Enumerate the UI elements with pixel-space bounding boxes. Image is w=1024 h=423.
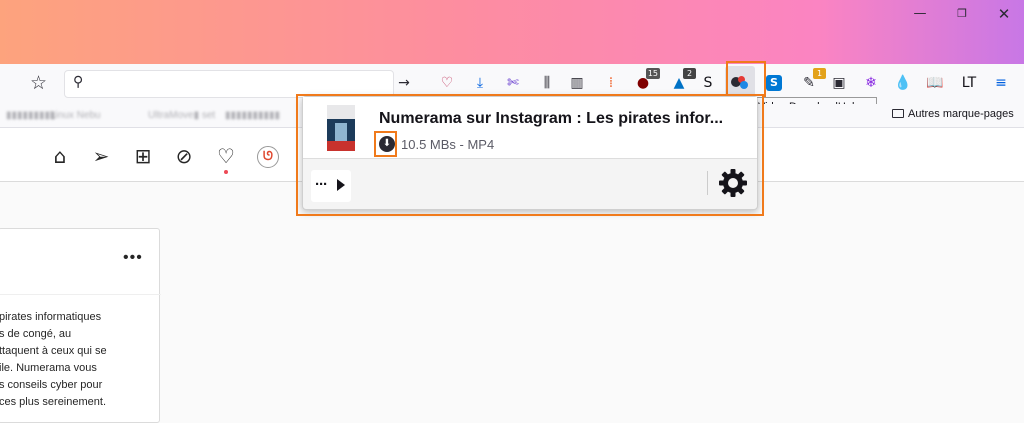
caption-line: ttaquent à ceux qui se: [0, 345, 107, 357]
caption-line: s conseils cyber pour: [0, 379, 103, 391]
extension-icon-glyph: ⁞: [608, 75, 614, 91]
bookmark-item[interactable]: ▮▮▮▮▮▮▮▮▮▮: [225, 110, 280, 122]
library-icon-glyph: ⫼: [543, 75, 551, 91]
ublock-icon[interactable]: ● 15: [632, 68, 660, 94]
explore-icon[interactable]: ⊘: [172, 144, 196, 168]
drop-icon[interactable]: 💧: [892, 72, 914, 94]
divider: [0, 294, 161, 295]
sidebar-icon[interactable]: ▥: [566, 72, 588, 94]
close-button[interactable]: ✕: [984, 4, 1024, 24]
activity-heart-icon[interactable]: ♡: [214, 144, 238, 168]
skype-icon[interactable]: S: [766, 75, 782, 91]
skype-icon-glyph: S: [770, 76, 778, 89]
screenshot-icon-glyph: ✄: [507, 75, 519, 91]
reader-icon-glyph: ▣: [832, 75, 846, 91]
home-icon[interactable]: ⌂: [48, 144, 72, 168]
search-icon: ⚲: [73, 74, 84, 90]
snowflake-icon[interactable]: ❄: [860, 72, 882, 94]
languagetool-icon-glyph: LT: [961, 75, 977, 91]
s-extension-icon-glyph: S: [703, 75, 713, 91]
bookmark-item[interactable]: ▮▮▮▮▮▮▮▮▮: [6, 110, 56, 122]
minimize-button[interactable]: —: [900, 4, 940, 24]
pen-extension-icon[interactable]: ✎ 1: [798, 68, 826, 94]
forward-arrow-icon[interactable]: →: [393, 72, 415, 94]
caption-line: ile. Numerama vous: [0, 362, 97, 374]
reader-icon[interactable]: ▣: [828, 72, 850, 94]
pocket-icon-glyph: ♡: [440, 75, 454, 91]
s-extension-icon[interactable]: S: [697, 72, 719, 94]
book-icon[interactable]: 📖: [924, 72, 946, 94]
languagetool-icon[interactable]: LT: [958, 72, 980, 94]
drop-icon-glyph: 💧: [894, 75, 912, 91]
screenshot-icon[interactable]: ✄: [502, 72, 524, 94]
other-bookmarks[interactable]: Autres marque-pages: [892, 108, 1014, 120]
menu-icon-glyph: ≡: [995, 75, 1007, 91]
library-icon[interactable]: ⫼: [536, 72, 558, 94]
highlight-popup: [296, 94, 764, 216]
downloads-icon-glyph: ⤓: [476, 75, 484, 91]
badge-count: 15: [645, 68, 660, 79]
other-bookmarks-label: Autres marque-pages: [908, 108, 1014, 120]
maximize-button[interactable]: ❐: [942, 4, 982, 24]
star-icon[interactable]: ☆: [30, 73, 47, 93]
snowflake-icon-glyph: ❄: [865, 75, 877, 91]
pocket-icon[interactable]: ♡: [436, 72, 458, 94]
highlight-download-icon: [374, 131, 397, 157]
forward-arrow-icon-glyph: →: [398, 75, 410, 91]
profile-avatar[interactable]: ᘎ: [257, 146, 279, 168]
bookmark-item[interactable]: Linux Nebu: [50, 110, 101, 122]
extension-icon[interactable]: ⁞: [600, 72, 622, 94]
notification-dot: [224, 170, 228, 174]
book-icon-glyph: 📖: [926, 75, 944, 91]
downloads-icon[interactable]: ⤓: [469, 72, 491, 94]
new-post-icon[interactable]: ⊞: [131, 144, 155, 168]
extension-tag-icon[interactable]: ▲ 2: [668, 68, 696, 94]
instagram-post-card: ••• pirates informatiques s de congé, au…: [0, 228, 161, 423]
badge-count: 2: [683, 68, 696, 79]
direct-message-icon[interactable]: ➢: [89, 144, 113, 168]
post-options-icon[interactable]: •••: [123, 249, 143, 267]
menu-icon[interactable]: ≡: [990, 72, 1012, 94]
folder-icon: [892, 109, 904, 118]
badge-count: 1: [813, 68, 826, 79]
post-caption: pirates informatiques s de congé, au tta…: [0, 309, 161, 411]
caption-line: ces plus sereinement.: [0, 396, 106, 408]
bookmark-item[interactable]: UltraMove▮ set: [148, 110, 215, 122]
caption-line: s de congé, au: [0, 328, 72, 340]
sidebar-icon-glyph: ▥: [570, 75, 584, 91]
caption-line: pirates informatiques: [0, 311, 102, 323]
title-bar: — ❐ ✕: [0, 0, 1024, 64]
